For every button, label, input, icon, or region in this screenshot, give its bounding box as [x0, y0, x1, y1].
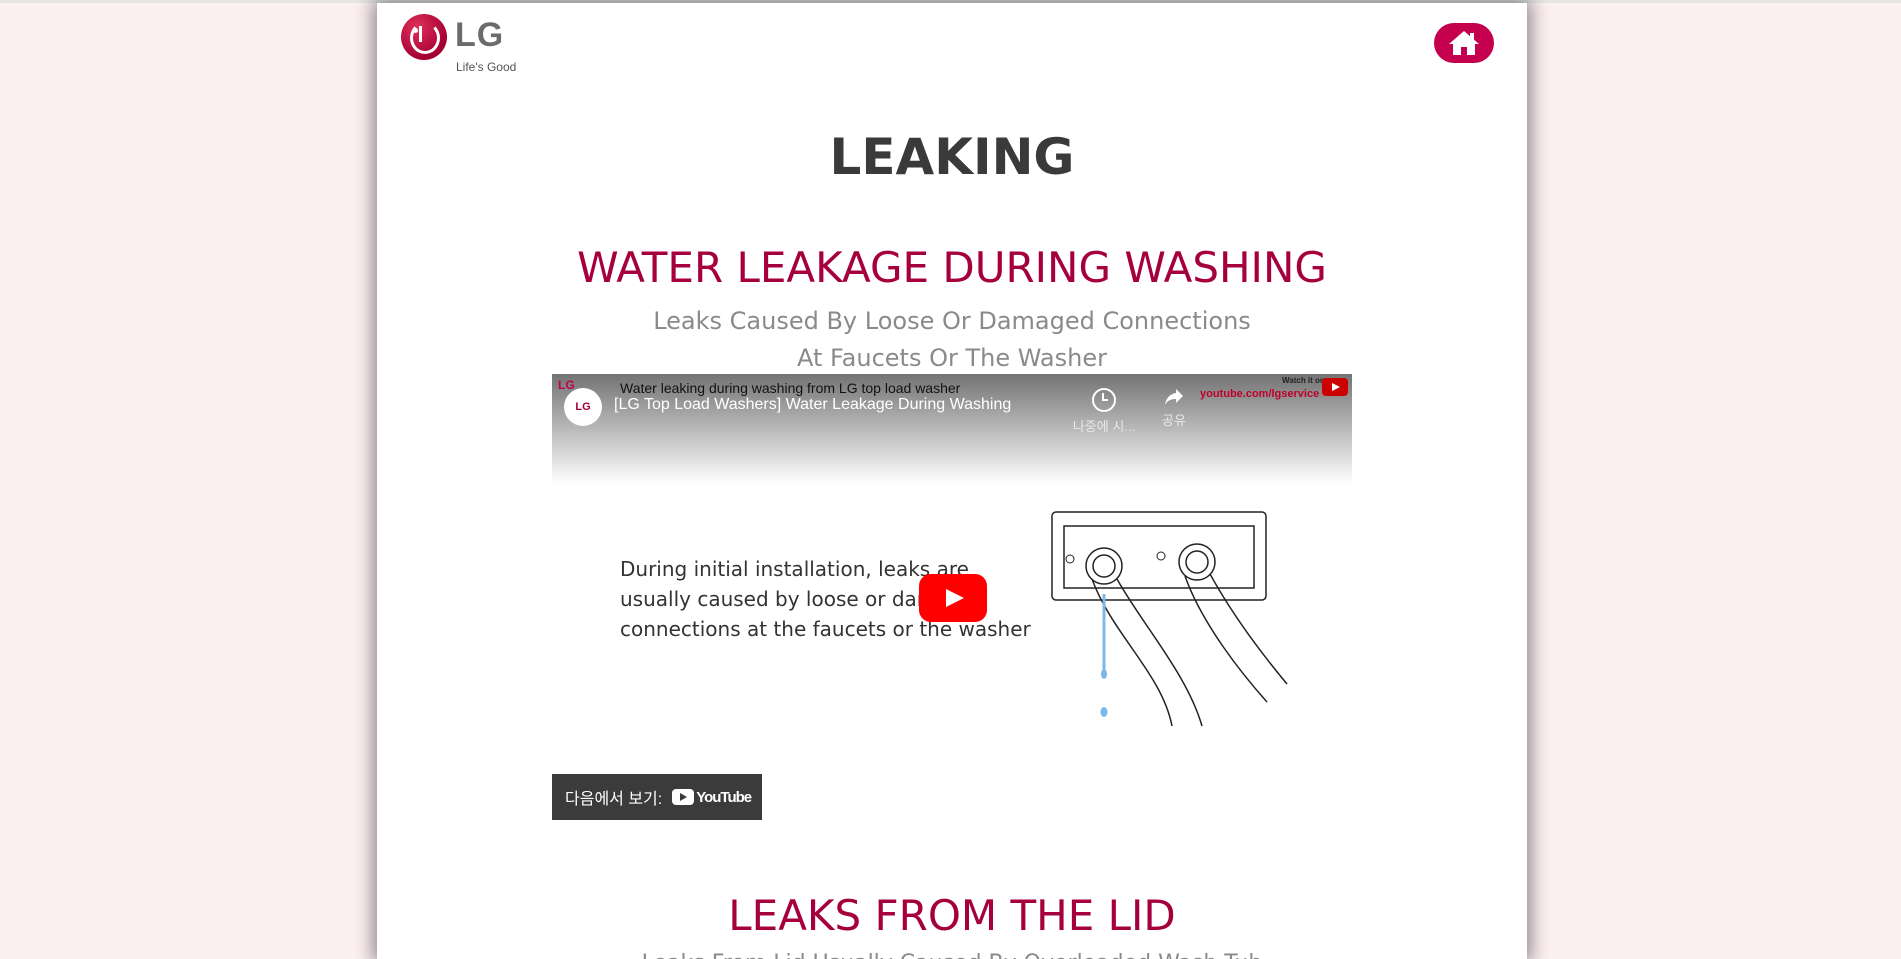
- channel-avatar[interactable]: LG: [564, 388, 602, 426]
- section-subtitle: Leaks Caused By Loose Or Damaged Connect…: [377, 303, 1527, 377]
- watch-on-youtube-label: 다음에서 보기:: [565, 791, 663, 808]
- section-heading-leaks-from-lid: LEAKS FROM THE LID: [728, 891, 1176, 940]
- watch-later-button[interactable]: 나중에 시...: [1069, 388, 1139, 435]
- lg-logo[interactable]: LG Life's Good: [401, 14, 521, 78]
- watch-on-label: Watch it on: [1282, 376, 1325, 385]
- section2-subtitle: Leaks From Lid Usually Caused By Overloa…: [377, 951, 1527, 959]
- share-label: 공유: [1162, 413, 1186, 428]
- watch-later-label: 나중에 시...: [1072, 419, 1136, 434]
- logo-tagline: Life's Good: [456, 60, 517, 74]
- share-icon: [1165, 389, 1183, 405]
- home-icon: [1449, 31, 1479, 55]
- page-title: LEAKING: [829, 128, 1075, 186]
- page-container: LG Life's Good LEAKING WATER LEAKAGE DUR…: [377, 3, 1527, 959]
- youtube-wordmark: YouTube: [696, 788, 752, 806]
- channel-avatar-text: LG: [575, 401, 591, 413]
- section-subtitle-line1: Leaks Caused By Loose Or Damaged Connect…: [653, 307, 1251, 335]
- youtube-play-icon: [672, 789, 695, 805]
- channel-url: youtube.com/lgservice: [1200, 388, 1320, 400]
- lg-logo-mark: [401, 14, 447, 60]
- share-button[interactable]: 공유: [1139, 388, 1209, 429]
- youtube-logo: YouTube: [672, 788, 752, 806]
- section-subtitle-line2: At Faucets Or The Washer: [797, 344, 1107, 372]
- play-button[interactable]: [919, 574, 987, 622]
- watch-on-youtube-button[interactable]: 다음에서 보기: YouTube: [552, 774, 762, 820]
- youtube-small-icon: [1322, 378, 1348, 396]
- logo-text: LG: [455, 16, 505, 54]
- video-title-link[interactable]: [LG Top Load Washers] Water Leakage Duri…: [614, 396, 1011, 414]
- video-top-caption: Water leaking during washing from LG top…: [620, 380, 961, 396]
- clock-icon: [1092, 388, 1116, 412]
- section-heading-water-leakage: WATER LEAKAGE DURING WASHING: [577, 243, 1327, 292]
- home-button[interactable]: [1434, 23, 1494, 63]
- youtube-video-embed[interactable]: LG Water leaking during washing from LG …: [552, 374, 1352, 824]
